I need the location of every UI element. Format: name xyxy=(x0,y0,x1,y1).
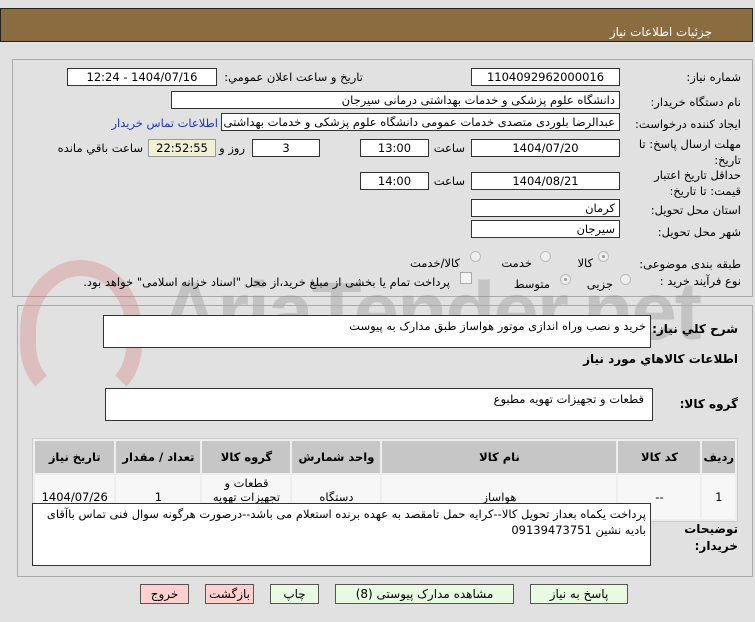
payment-note: پرداخت تمام یا بخشی از مبلغ خرید،از محل … xyxy=(83,275,450,289)
deadline-time-field: 13:00 xyxy=(360,139,429,157)
cell-row: 1 xyxy=(702,475,735,519)
deadline-time-label: ساعت xyxy=(433,141,465,155)
category-radio-goods[interactable] xyxy=(598,251,609,262)
need-number-field: 1104092962000016 xyxy=(471,68,620,86)
goods-group-label: گروه کالا: xyxy=(679,397,738,411)
col-name: نام کالا xyxy=(382,441,617,473)
col-unit: واحد شمارش xyxy=(292,441,381,473)
province-label: استان محل تحویل: xyxy=(650,203,741,217)
city-field: سیرجان xyxy=(471,220,620,238)
validity-date-field: 1404/08/21 xyxy=(471,172,620,190)
description-label: شرح کلي نياز: xyxy=(652,322,738,336)
category-label: طبقه بندی موضوعی: xyxy=(639,257,741,271)
col-qty: تعداد / مقدار xyxy=(116,441,201,473)
col-row: ردیف xyxy=(702,441,735,473)
page-title: جزئیات اطلاعات نیاز xyxy=(609,25,712,39)
reply-button[interactable]: پاسخ به نیاز xyxy=(530,584,628,604)
back-button[interactable]: بازگشت xyxy=(205,584,254,604)
remaining-label: ساعت باقي مانده xyxy=(57,141,143,155)
process-radio-minor[interactable] xyxy=(620,274,631,285)
province-field: کرمان xyxy=(471,199,620,217)
col-date: تاریخ نیاز xyxy=(35,441,115,473)
goods-info-title: اطلاعات کالاهاي مورد نياز xyxy=(583,352,738,366)
announce-label: تاريخ و ساعت اعلان عمومي: xyxy=(224,70,363,84)
process-option-minor: جزیی xyxy=(586,277,613,291)
need-number-label: شماره نیاز: xyxy=(686,70,741,84)
page-header: جزئیات اطلاعات نیاز xyxy=(0,8,753,42)
process-label: نوع فرآیند خرید : xyxy=(659,274,741,288)
validity-time-label: ساعت xyxy=(433,174,465,188)
description-field[interactable]: خرید و نصب وراه اندازی موتور هواساز طبق … xyxy=(103,315,651,348)
validity-time-field: 14:00 xyxy=(360,172,429,190)
remaining-timer: 22:52:55 xyxy=(148,139,216,157)
goods-group-field[interactable]: قطعات و تجهیزات تهویه مطبوع xyxy=(105,388,653,421)
col-group: گروه کالا xyxy=(202,441,291,473)
creator-field: عبدالرضا بلوردی متصدی خدمات عمومی دانشگا… xyxy=(221,113,620,131)
validity-label: حداقل تاریخ اعتبار قیمت: تا تاریخ: xyxy=(654,168,741,198)
days-label: روز و xyxy=(219,141,245,155)
category-option-service: خدمت xyxy=(501,256,532,270)
deadline-date-field: 1404/07/20 xyxy=(471,139,620,157)
deadline-label: مهلت ارسال پاسخ: تا تاریخ: xyxy=(638,137,741,167)
category-radio-goods-service[interactable] xyxy=(470,251,481,262)
process-radio-medium[interactable] xyxy=(560,274,571,285)
category-option-goods: کالا xyxy=(577,256,593,270)
process-option-medium: متوسط xyxy=(513,277,550,291)
announce-field: 1404/07/16 - 12:24 xyxy=(67,68,217,86)
col-code: کد کالا xyxy=(618,441,701,473)
category-radio-service[interactable] xyxy=(540,251,551,262)
creator-label: ايجاد کننده درخواست: xyxy=(635,117,741,131)
days-field: 3 xyxy=(252,139,320,157)
islamic-treasury-checkbox[interactable] xyxy=(460,272,472,284)
buyer-notes-label: توضیحات خریدار: xyxy=(684,522,738,553)
category-option-goods-service: کالا/خدمت xyxy=(409,256,460,270)
contact-info-link[interactable]: اطلاعات تماس خريدار xyxy=(111,116,218,130)
print-button[interactable]: چاپ xyxy=(270,584,319,604)
city-label: شهر محل تحویل: xyxy=(657,225,741,239)
table-header-row: ردیف کد کالا نام کالا واحد شمارش گروه کا… xyxy=(35,441,735,473)
buyer-label: نام دستگاه خريدار: xyxy=(650,95,741,109)
buyer-notes-field[interactable]: پرداخت یکماه بعداز تحویل کالا--کرایه حمل… xyxy=(32,503,651,566)
view-attachments-button[interactable]: مشاهده مدارک پیوستی (8) xyxy=(335,584,514,604)
buyer-field: دانشگاه علوم پزشکی و خدمات بهداشتی درمان… xyxy=(171,91,620,109)
exit-button[interactable]: خروج xyxy=(140,584,189,604)
